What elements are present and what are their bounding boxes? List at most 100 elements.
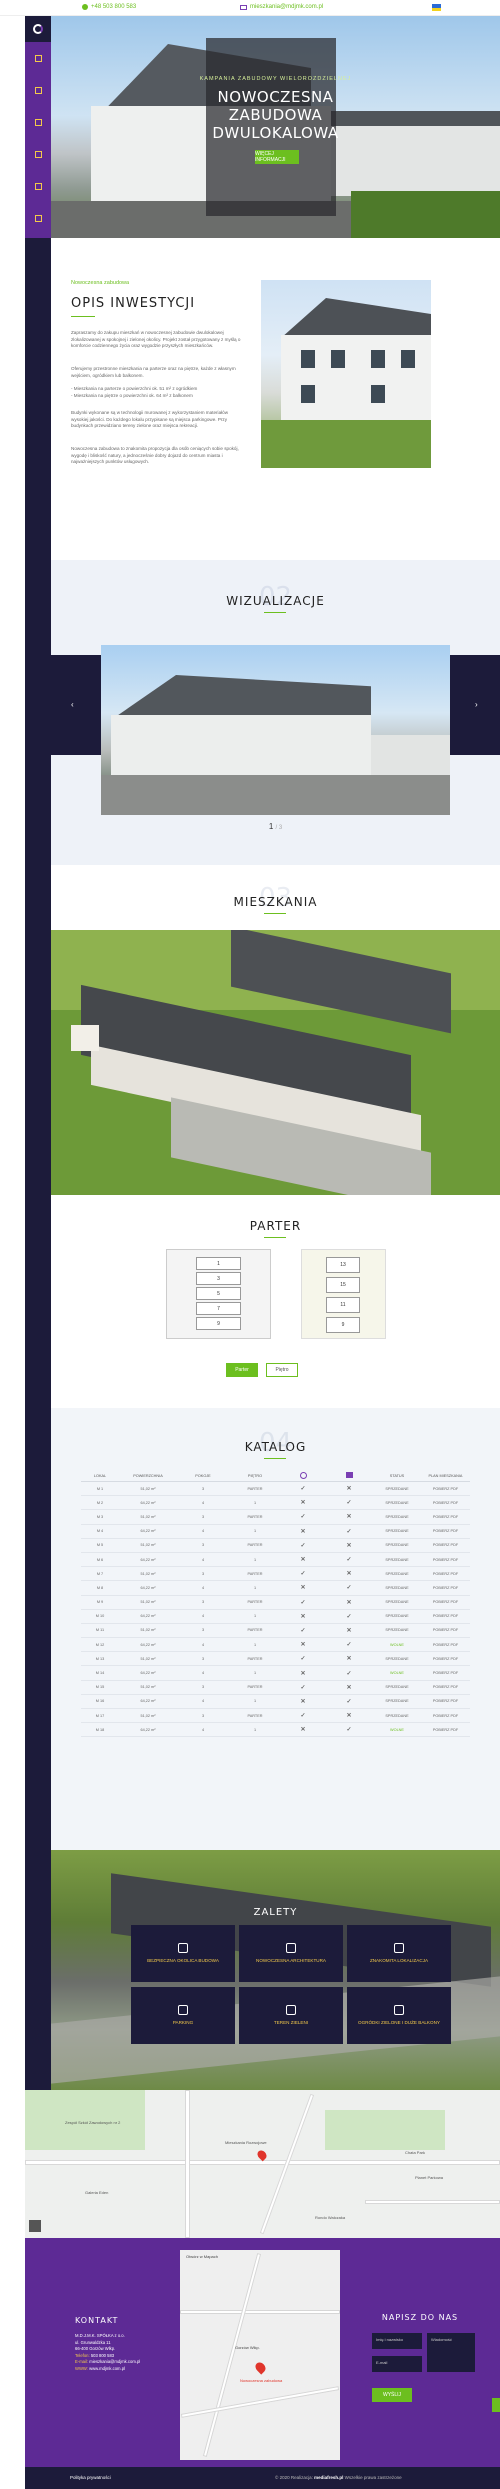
garden-icon (299, 1471, 307, 1479)
footer-credits: © 2020 Realizacja: mediafresh.pl Wszelki… (275, 2475, 402, 2480)
download-plan-link[interactable]: POBIERZ PDF (421, 1529, 470, 1533)
catalog-section: 04 KATALOG LOKAL POWIERZCHNIA POKOJE PIĘ… (51, 1408, 500, 1850)
section-title: ZALETY (253, 1907, 298, 1918)
area-cell: 64,22 m² (140, 1699, 156, 1704)
cross-icon: ✕ (300, 1670, 306, 1677)
column-header-balcony (325, 1472, 373, 1479)
open-in-maps-link[interactable]: Otwórz w Mapach (186, 2254, 218, 2259)
map-label: Planet Parkowa (415, 2175, 444, 2180)
title-underline (71, 316, 95, 317)
rooms-cell: 3 (201, 1543, 205, 1548)
unit-cell: M 5 (96, 1543, 104, 1548)
send-button[interactable]: WYŚLIJ (372, 2388, 412, 2402)
download-plan-link[interactable]: POBIERZ PDF (421, 1572, 470, 1576)
check-icon: ✓ (300, 1599, 306, 1606)
ground-floor-button[interactable]: Parter (226, 1363, 258, 1377)
unit-cell: M 11 (95, 1628, 105, 1633)
slider-current-page: 1 (268, 822, 274, 831)
agency-link[interactable]: mediafresh.pl (314, 2475, 343, 2480)
status-cell: WOLNE (390, 1642, 404, 1647)
slider-prev-button[interactable]: ‹ (71, 700, 74, 709)
unit-cell: M 10 (95, 1614, 105, 1619)
check-icon: ✓ (300, 1571, 306, 1578)
privacy-policy-link[interactable]: Polityka prywatności (70, 2475, 111, 2480)
area-cell: 51,02 m² (140, 1685, 156, 1690)
download-plan-link[interactable]: POBIERZ PDF (421, 1586, 470, 1590)
logo[interactable] (25, 16, 51, 42)
home-icon[interactable] (25, 42, 51, 74)
download-plan-link[interactable]: POBIERZ PDF (421, 1487, 470, 1491)
contact-phone[interactable]: 503 800 583 (91, 2353, 114, 2358)
aerial-estate-image[interactable] (51, 930, 500, 1195)
contact-email[interactable]: mieszkania@mdjmk.com.pl (89, 2359, 140, 2364)
download-plan-link[interactable]: POBIERZ PDF (421, 1728, 470, 1732)
contact-map[interactable]: Otwórz w Mapach Gorzów Wlkp. Nowoczesna … (180, 2250, 340, 2460)
floating-contact-button[interactable] (492, 2398, 500, 2412)
unit-cell[interactable]: 7 (196, 1302, 241, 1315)
status-cell: SPRZEDANE (385, 1628, 409, 1633)
download-plan-link[interactable]: POBIERZ PDF (421, 1628, 470, 1632)
status-cell: SPRZEDANE (385, 1557, 409, 1562)
unit-cell[interactable]: 9 (196, 1317, 241, 1330)
hero-more-button[interactable]: WIĘCEJ INFORMACJI (255, 150, 299, 164)
unit-cell[interactable]: 1 (196, 1257, 241, 1270)
visualization-icon[interactable] (25, 106, 51, 138)
message-field[interactable]: Wiadomość (427, 2333, 475, 2372)
first-floor-button[interactable]: Piętro (266, 1363, 298, 1377)
status-cell: SPRZEDANE (385, 1600, 409, 1605)
contact-website[interactable]: www.mdjmk.com.pl (89, 2366, 125, 2371)
phone-link[interactable]: +48 503 800 583 (82, 4, 136, 10)
unit-cell[interactable]: 3 (196, 1272, 241, 1285)
cross-icon: ✕ (300, 1727, 306, 1734)
table-row: M 17 51,02 m² 3 PARTER ✓ ✕ SPRZEDANE POBIERZ PD… (81, 1709, 470, 1724)
unit-cell[interactable]: 11 (326, 1297, 360, 1313)
download-plan-link[interactable]: POBIERZ PDF (421, 1671, 470, 1675)
location-map[interactable]: Zespół Szkół Zawodowych nr 2 Mieszkania … (25, 2090, 500, 2238)
catalog-table: LOKAL POWIERZCHNIA POKOJE PIĘTRO STATUS … (81, 1470, 470, 1738)
email-link[interactable]: mieszkania@mdjmk.com.pl (240, 4, 323, 10)
slider-next-button[interactable]: › (475, 700, 478, 709)
area-cell: 51,02 m² (140, 1713, 156, 1718)
unit-cell[interactable]: 13 (326, 1257, 360, 1273)
area-cell: 51,02 m² (140, 1628, 156, 1633)
map-layer-icon[interactable] (29, 2220, 41, 2232)
map-label: Rondo Walczaka (315, 2215, 346, 2220)
download-plan-link[interactable]: POBIERZ PDF (421, 1600, 470, 1604)
unit-cell[interactable]: 15 (326, 1277, 360, 1293)
download-plan-link[interactable]: POBIERZ PDF (421, 1558, 470, 1562)
description-paragraph: Zapraszamy do zakupu mieszkań w nowoczes… (71, 330, 241, 349)
email-field[interactable]: E-mail (372, 2356, 422, 2372)
status-cell: SPRZEDANE (385, 1685, 409, 1690)
download-plan-link[interactable]: POBIERZ PDF (421, 1699, 470, 1703)
area-cell: 64,22 m² (140, 1642, 156, 1647)
location-icon[interactable] (25, 202, 51, 234)
check-icon: ✓ (300, 1486, 306, 1493)
building-photo (261, 280, 431, 468)
building-icon[interactable] (25, 74, 51, 106)
rooms-cell: 3 (201, 1514, 205, 1519)
catalog-icon[interactable] (25, 170, 51, 202)
cross-icon: ✕ (346, 1514, 352, 1521)
family-icon (178, 1943, 188, 1953)
investment-description-section: Nowoczesna zabudowa OPIS INWESTYCJI Zapr… (51, 238, 500, 560)
status-cell: SPRZEDANE (385, 1514, 409, 1519)
rooms-cell: 3 (201, 1600, 205, 1605)
download-plan-link[interactable]: POBIERZ PDF (421, 1501, 470, 1505)
name-field[interactable]: Imię i nazwisko (372, 2333, 422, 2349)
unit-cell[interactable]: 5 (196, 1287, 241, 1300)
floor-cell: 1 (253, 1614, 257, 1619)
map-pin-icon[interactable] (253, 2360, 268, 2375)
download-plan-link[interactable]: POBIERZ PDF (421, 1614, 470, 1618)
download-plan-link[interactable]: POBIERZ PDF (421, 1643, 470, 1647)
download-plan-link[interactable]: POBIERZ PDF (421, 1657, 470, 1661)
map-label: Zespół Szkół Zawodowych nr 2 (65, 2120, 121, 2125)
download-plan-link[interactable]: POBIERZ PDF (421, 1714, 470, 1718)
language-flag-icon[interactable] (432, 4, 441, 11)
advantage-tile: ZNAKOMITA LOKALIZACJA (347, 1925, 451, 1982)
download-plan-link[interactable]: POBIERZ PDF (421, 1685, 470, 1689)
title-underline (264, 612, 286, 613)
floorplan-icon[interactable] (25, 138, 51, 170)
download-plan-link[interactable]: POBIERZ PDF (421, 1515, 470, 1519)
unit-cell[interactable]: 9 (326, 1317, 360, 1333)
download-plan-link[interactable]: POBIERZ PDF (421, 1543, 470, 1547)
